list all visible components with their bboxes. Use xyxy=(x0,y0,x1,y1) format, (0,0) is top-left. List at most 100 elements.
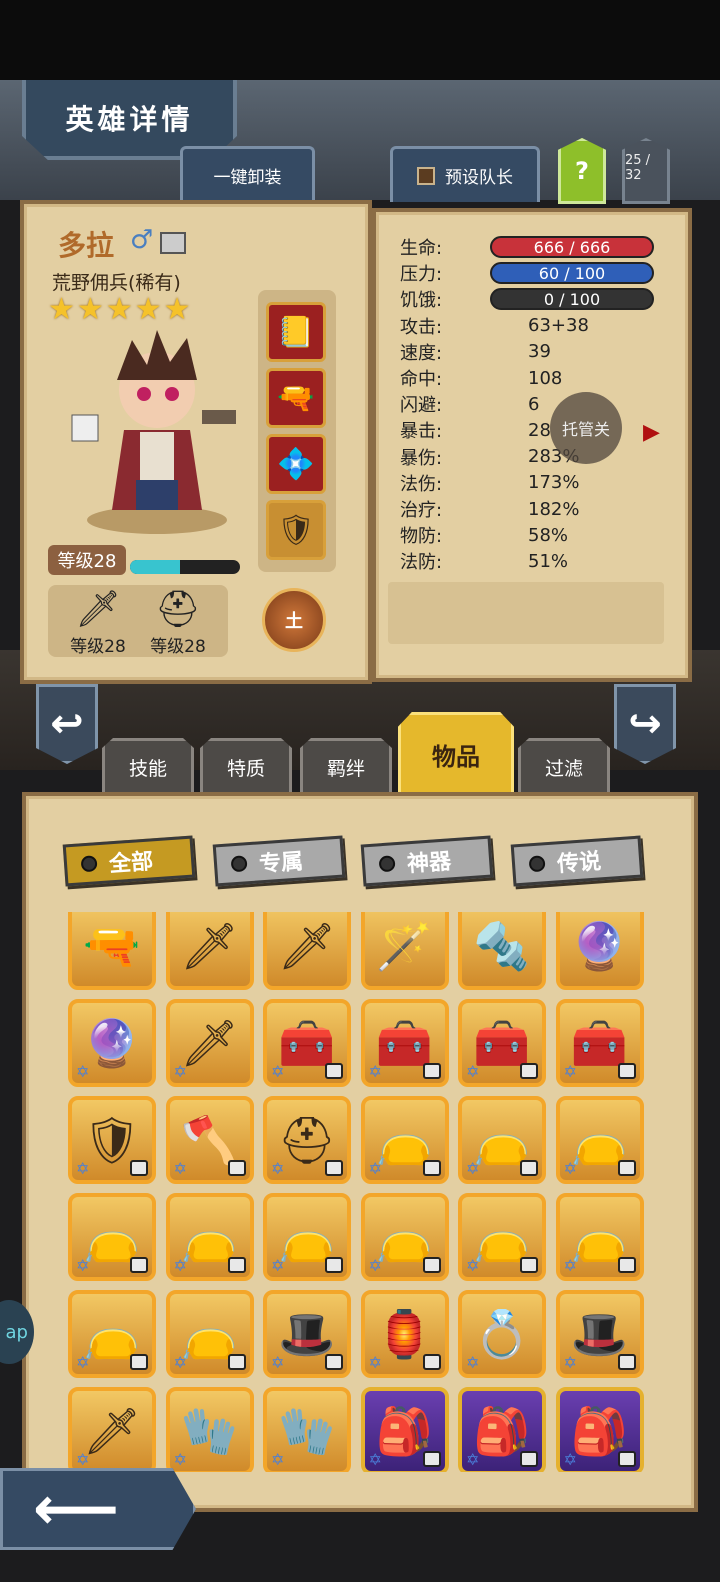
rank-icon: ✡ xyxy=(466,1353,480,1372)
item-slot[interactable]: 🔩 xyxy=(458,912,546,990)
ring-icon: 💍 xyxy=(473,1306,531,1361)
rapier-icon: 🗡 xyxy=(277,918,337,973)
stat-value: 51% xyxy=(528,550,569,572)
item-slot[interactable]: 🧤 ✡ xyxy=(263,1387,351,1472)
stat-row: 压力: 60 / 100 xyxy=(400,260,655,286)
item-slot[interactable]: 👝 ✡ xyxy=(165,1290,254,1378)
armor-gear[interactable]: ⛑ 等级28 xyxy=(138,585,218,658)
lock-icon xyxy=(227,1257,246,1273)
stat-label: 治疗: xyxy=(400,500,443,521)
item-slot[interactable]: 👝 ✡ xyxy=(165,1193,254,1281)
tab-1[interactable]: 特质 xyxy=(200,738,292,794)
stat-row: 速度: 39 xyxy=(400,339,655,365)
item-slot[interactable]: 🎩 ✡ xyxy=(555,1290,644,1378)
lock-icon xyxy=(422,1451,441,1467)
item-slot[interactable]: 🗡 ✡ xyxy=(165,999,254,1087)
rank-icon: ✡ xyxy=(271,1062,285,1081)
item-slot[interactable]: 🔫 xyxy=(68,912,156,990)
stat-label: 饥饿: xyxy=(400,290,443,312)
stat-row: 饥饿: 0 / 100 xyxy=(400,286,655,312)
preset-label: 预设队长 xyxy=(445,168,513,188)
rank-icon: ✡ xyxy=(368,1159,382,1178)
item-slot[interactable]: 💍 ✡ xyxy=(458,1290,546,1378)
tab-0[interactable]: 技能 xyxy=(102,738,194,794)
stat-row: 治疗: 182% xyxy=(400,496,655,522)
item-slot[interactable]: 👝 ✡ xyxy=(68,1193,156,1281)
item-slot[interactable]: 🪓 ✡ xyxy=(165,1096,254,1184)
weapon-gear[interactable]: 🗡 等级28 xyxy=(58,585,138,658)
item-slot[interactable]: 👝 ✡ xyxy=(68,1290,156,1378)
preset-checkbox[interactable] xyxy=(417,166,435,185)
rank-icon: ✡ xyxy=(466,1256,480,1275)
item-slot[interactable]: 🎒 ✡ xyxy=(458,1387,546,1472)
stat-label: 法伤: xyxy=(400,473,443,495)
item-slot[interactable]: 👝 ✡ xyxy=(555,1096,644,1184)
hero-class: 荒野佣兵(稀有) xyxy=(52,272,181,294)
item-slot[interactable]: 🛡 ✡ xyxy=(68,1096,156,1184)
crest-icon[interactable]: 💠 xyxy=(266,434,326,494)
item-slot[interactable]: 🎒 ✡ xyxy=(555,1387,644,1472)
lock-icon xyxy=(422,1257,441,1273)
item-slot[interactable]: 👝 ✡ xyxy=(360,1193,449,1281)
item-slot[interactable]: 🎒 ✡ xyxy=(360,1387,449,1472)
preset-leader-toggle[interactable]: 预设队长 xyxy=(390,146,540,202)
radio-dot-icon xyxy=(528,855,546,873)
lock-icon xyxy=(130,1354,148,1370)
lock-icon xyxy=(520,1063,538,1079)
next-hero-button[interactable]: ↪ xyxy=(614,684,676,764)
item-slot[interactable]: 🏮 ✡ xyxy=(360,1290,449,1378)
item-slot[interactable]: 👝 ✡ xyxy=(555,1193,644,1281)
rank-icon: ✡ xyxy=(173,1159,187,1178)
stat-label: 攻击: xyxy=(400,316,443,338)
item-slot[interactable]: 🔮 xyxy=(555,912,644,990)
lock-icon xyxy=(325,1257,343,1273)
gauntlet-icon: 🧤 xyxy=(180,1403,239,1458)
edit-name-icon[interactable] xyxy=(160,232,186,254)
stat-row: 暴伤: 283% xyxy=(400,444,655,470)
shield-icon[interactable]: 🛡 xyxy=(266,500,326,560)
item-slot[interactable]: 🪄 xyxy=(360,912,449,990)
xp-bar xyxy=(130,560,240,574)
stat-value: 182% xyxy=(528,498,580,520)
item-slot[interactable]: 🧰 ✡ xyxy=(555,999,644,1087)
rapier-icon: 🗡 xyxy=(180,918,239,973)
unequip-all-button[interactable]: 一键卸装 xyxy=(180,146,315,202)
item-slot[interactable]: 🧰 ✡ xyxy=(263,999,351,1087)
spellbook-icon[interactable]: 📒 xyxy=(266,302,326,362)
prev-hero-button[interactable]: ↩ xyxy=(36,684,98,764)
item-slot[interactable]: 🧰 ✡ xyxy=(360,999,449,1087)
revolver-icon[interactable]: 🔫 xyxy=(266,368,326,428)
gear-levels: 🗡 等级28 ⛑ 等级28 xyxy=(48,585,228,657)
tab-2[interactable]: 羁绊 xyxy=(300,738,392,794)
rank-icon: ✡ xyxy=(271,1159,285,1178)
rank-icon: ✡ xyxy=(271,1353,285,1372)
item-slot[interactable]: 🔮 ✡ xyxy=(68,999,156,1087)
stat-row: 生命: 666 / 666 xyxy=(400,234,655,260)
expand-arrow-icon[interactable]: ▶ xyxy=(643,420,660,445)
stat-label: 暴伤: xyxy=(400,447,443,469)
item-slot[interactable]: 🎩 ✡ xyxy=(263,1290,351,1378)
lock-icon xyxy=(617,1160,636,1176)
back-button[interactable]: ⟵ xyxy=(0,1468,196,1550)
item-slot[interactable]: 👝 ✡ xyxy=(458,1096,546,1184)
stat-label: 压力: xyxy=(400,264,443,286)
item-slot[interactable]: 🧰 ✡ xyxy=(458,999,546,1087)
tab-4[interactable]: 过滤 xyxy=(518,738,610,794)
rank-icon: ✡ xyxy=(76,1159,90,1178)
help-button[interactable]: ? xyxy=(558,138,606,204)
item-slot[interactable]: 🗡 ✡ xyxy=(68,1387,156,1472)
item-slot[interactable]: 🗡 xyxy=(165,912,254,990)
item-slot[interactable]: ⛑ ✡ xyxy=(263,1096,351,1184)
element-badge[interactable]: 土 xyxy=(262,588,326,652)
xp-fill xyxy=(130,560,180,574)
item-slot[interactable]: 👝 ✡ xyxy=(360,1096,449,1184)
tab-3[interactable]: 物品 xyxy=(398,712,514,794)
auto-manage-button[interactable]: 托管关 xyxy=(550,392,622,464)
rank-icon: ✡ xyxy=(368,1062,382,1081)
item-slot[interactable]: 🗡 xyxy=(263,912,351,990)
lock-icon xyxy=(617,1257,636,1273)
rank-icon: ✡ xyxy=(173,1450,187,1469)
item-slot[interactable]: 🧤 ✡ xyxy=(165,1387,254,1472)
item-slot[interactable]: 👝 ✡ xyxy=(458,1193,546,1281)
item-slot[interactable]: 👝 ✡ xyxy=(263,1193,351,1281)
